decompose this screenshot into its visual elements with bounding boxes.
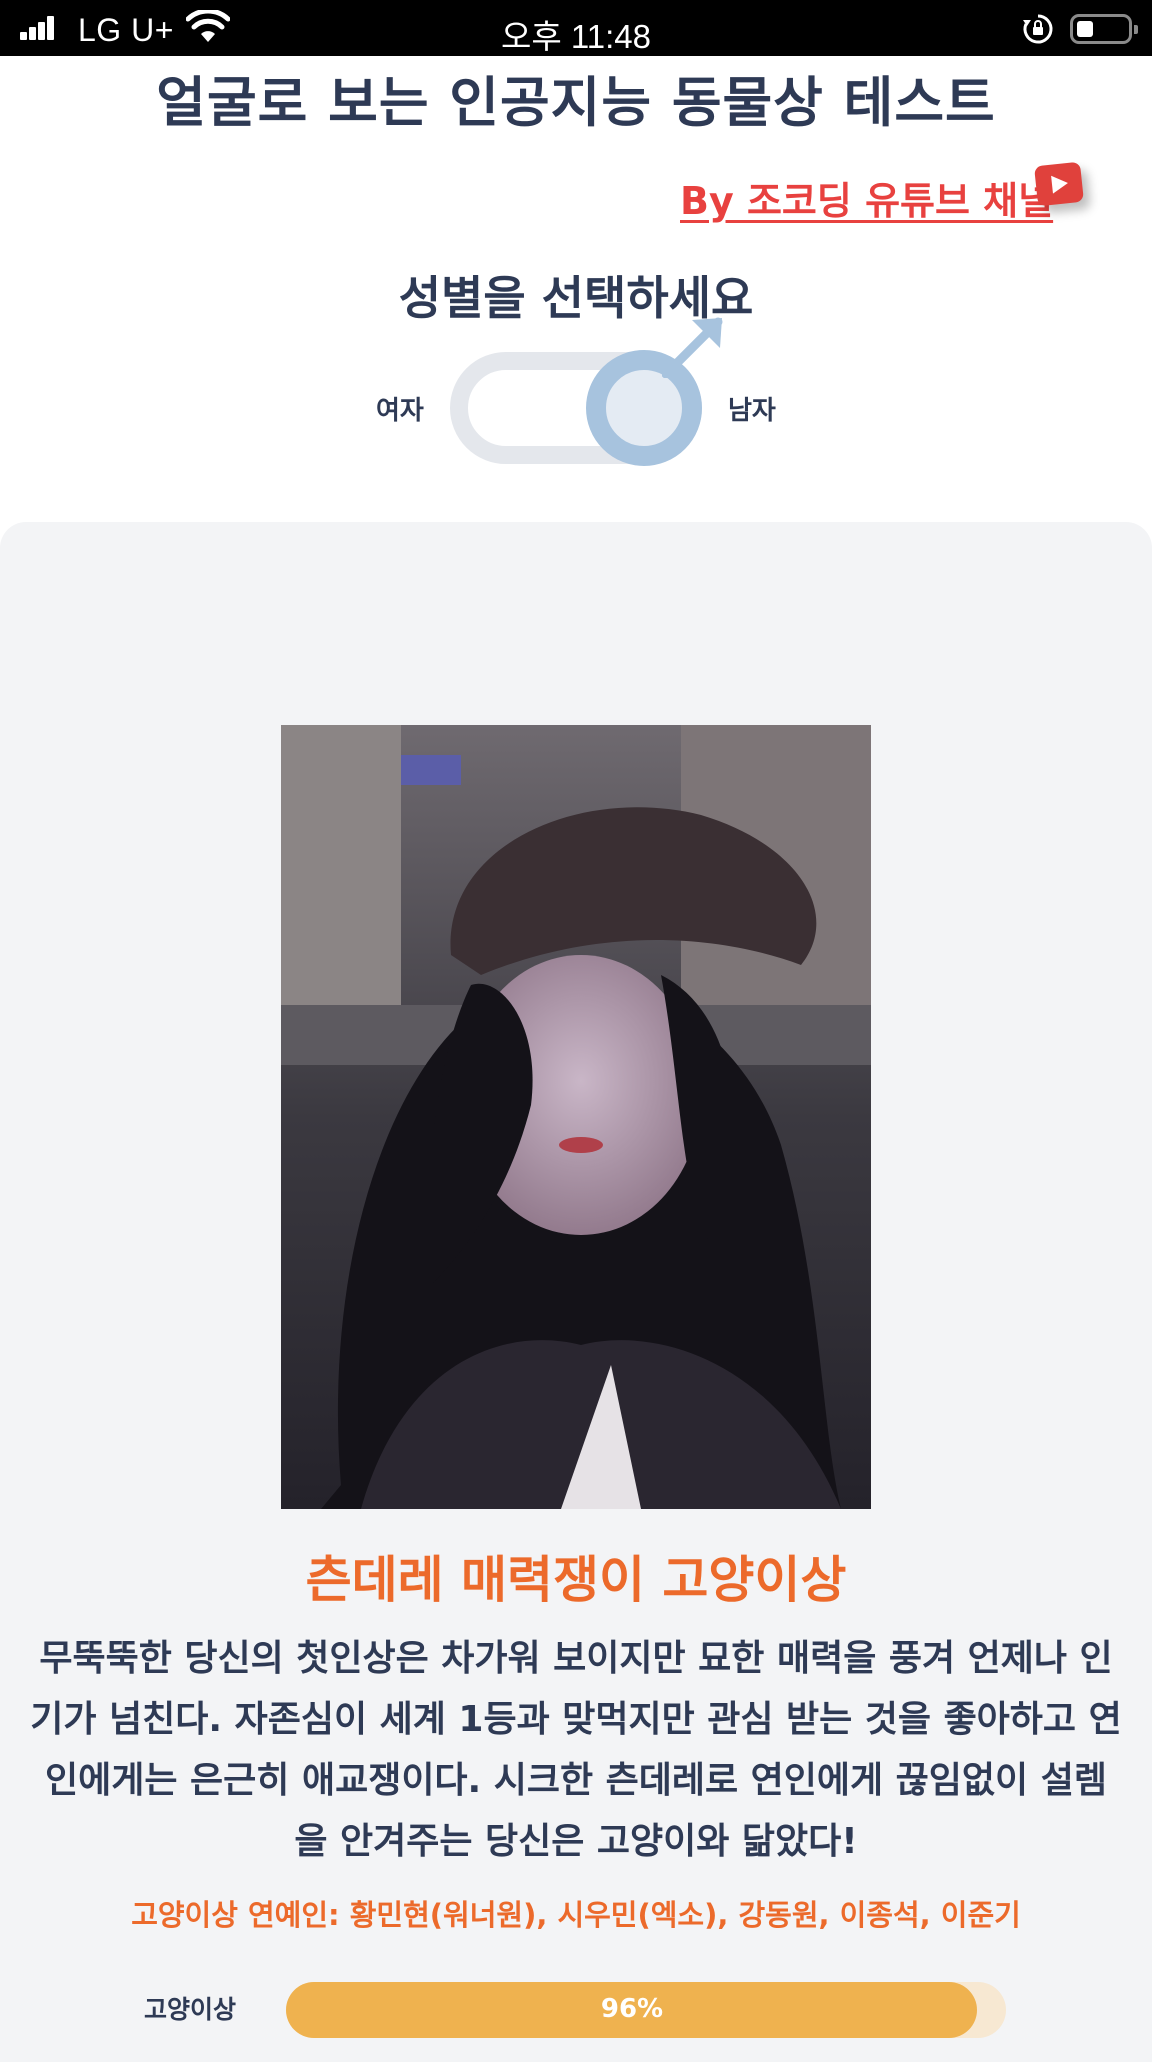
result-bar-label: 고양이상 <box>144 1995 237 2024</box>
battery-icon <box>1070 14 1138 44</box>
male-symbol-icon <box>662 317 723 378</box>
gender-heading: 성별을 선택하세요 <box>398 271 754 325</box>
male-label[interactable]: 남자 <box>728 390 776 427</box>
uploaded-face-photo <box>281 725 871 1509</box>
celebrity-list: 고양이상 연예인: 황민현(워너원), 시우민(엑소), 강동원, 이종석, 이… <box>131 1898 1021 1932</box>
youtube-icon[interactable] <box>1034 161 1084 207</box>
result-bar-value: 96% <box>600 1994 664 2024</box>
clock: 오후 11:48 <box>500 18 652 55</box>
result-description: 무뚝뚝한 당신의 첫인상은 차가워 보이지만 묘한 매력을 풍겨 언제나 인기가… <box>30 1638 1122 1862</box>
rotation-lock-icon <box>1023 14 1053 44</box>
page-title: 얼굴로 보는 인공지능 동물상 테스트 <box>156 71 996 134</box>
status-bar: LG U+ 오후 11:48 <box>0 0 1152 56</box>
result-bar-track: 96% <box>286 1982 1006 2038</box>
result-title: 츤데레 매력쟁이 고양이상 <box>305 1551 847 1609</box>
female-label[interactable]: 여자 <box>376 390 424 427</box>
youtube-channel-link[interactable]: By 조코딩 유튜브 채널 <box>680 170 1053 225</box>
